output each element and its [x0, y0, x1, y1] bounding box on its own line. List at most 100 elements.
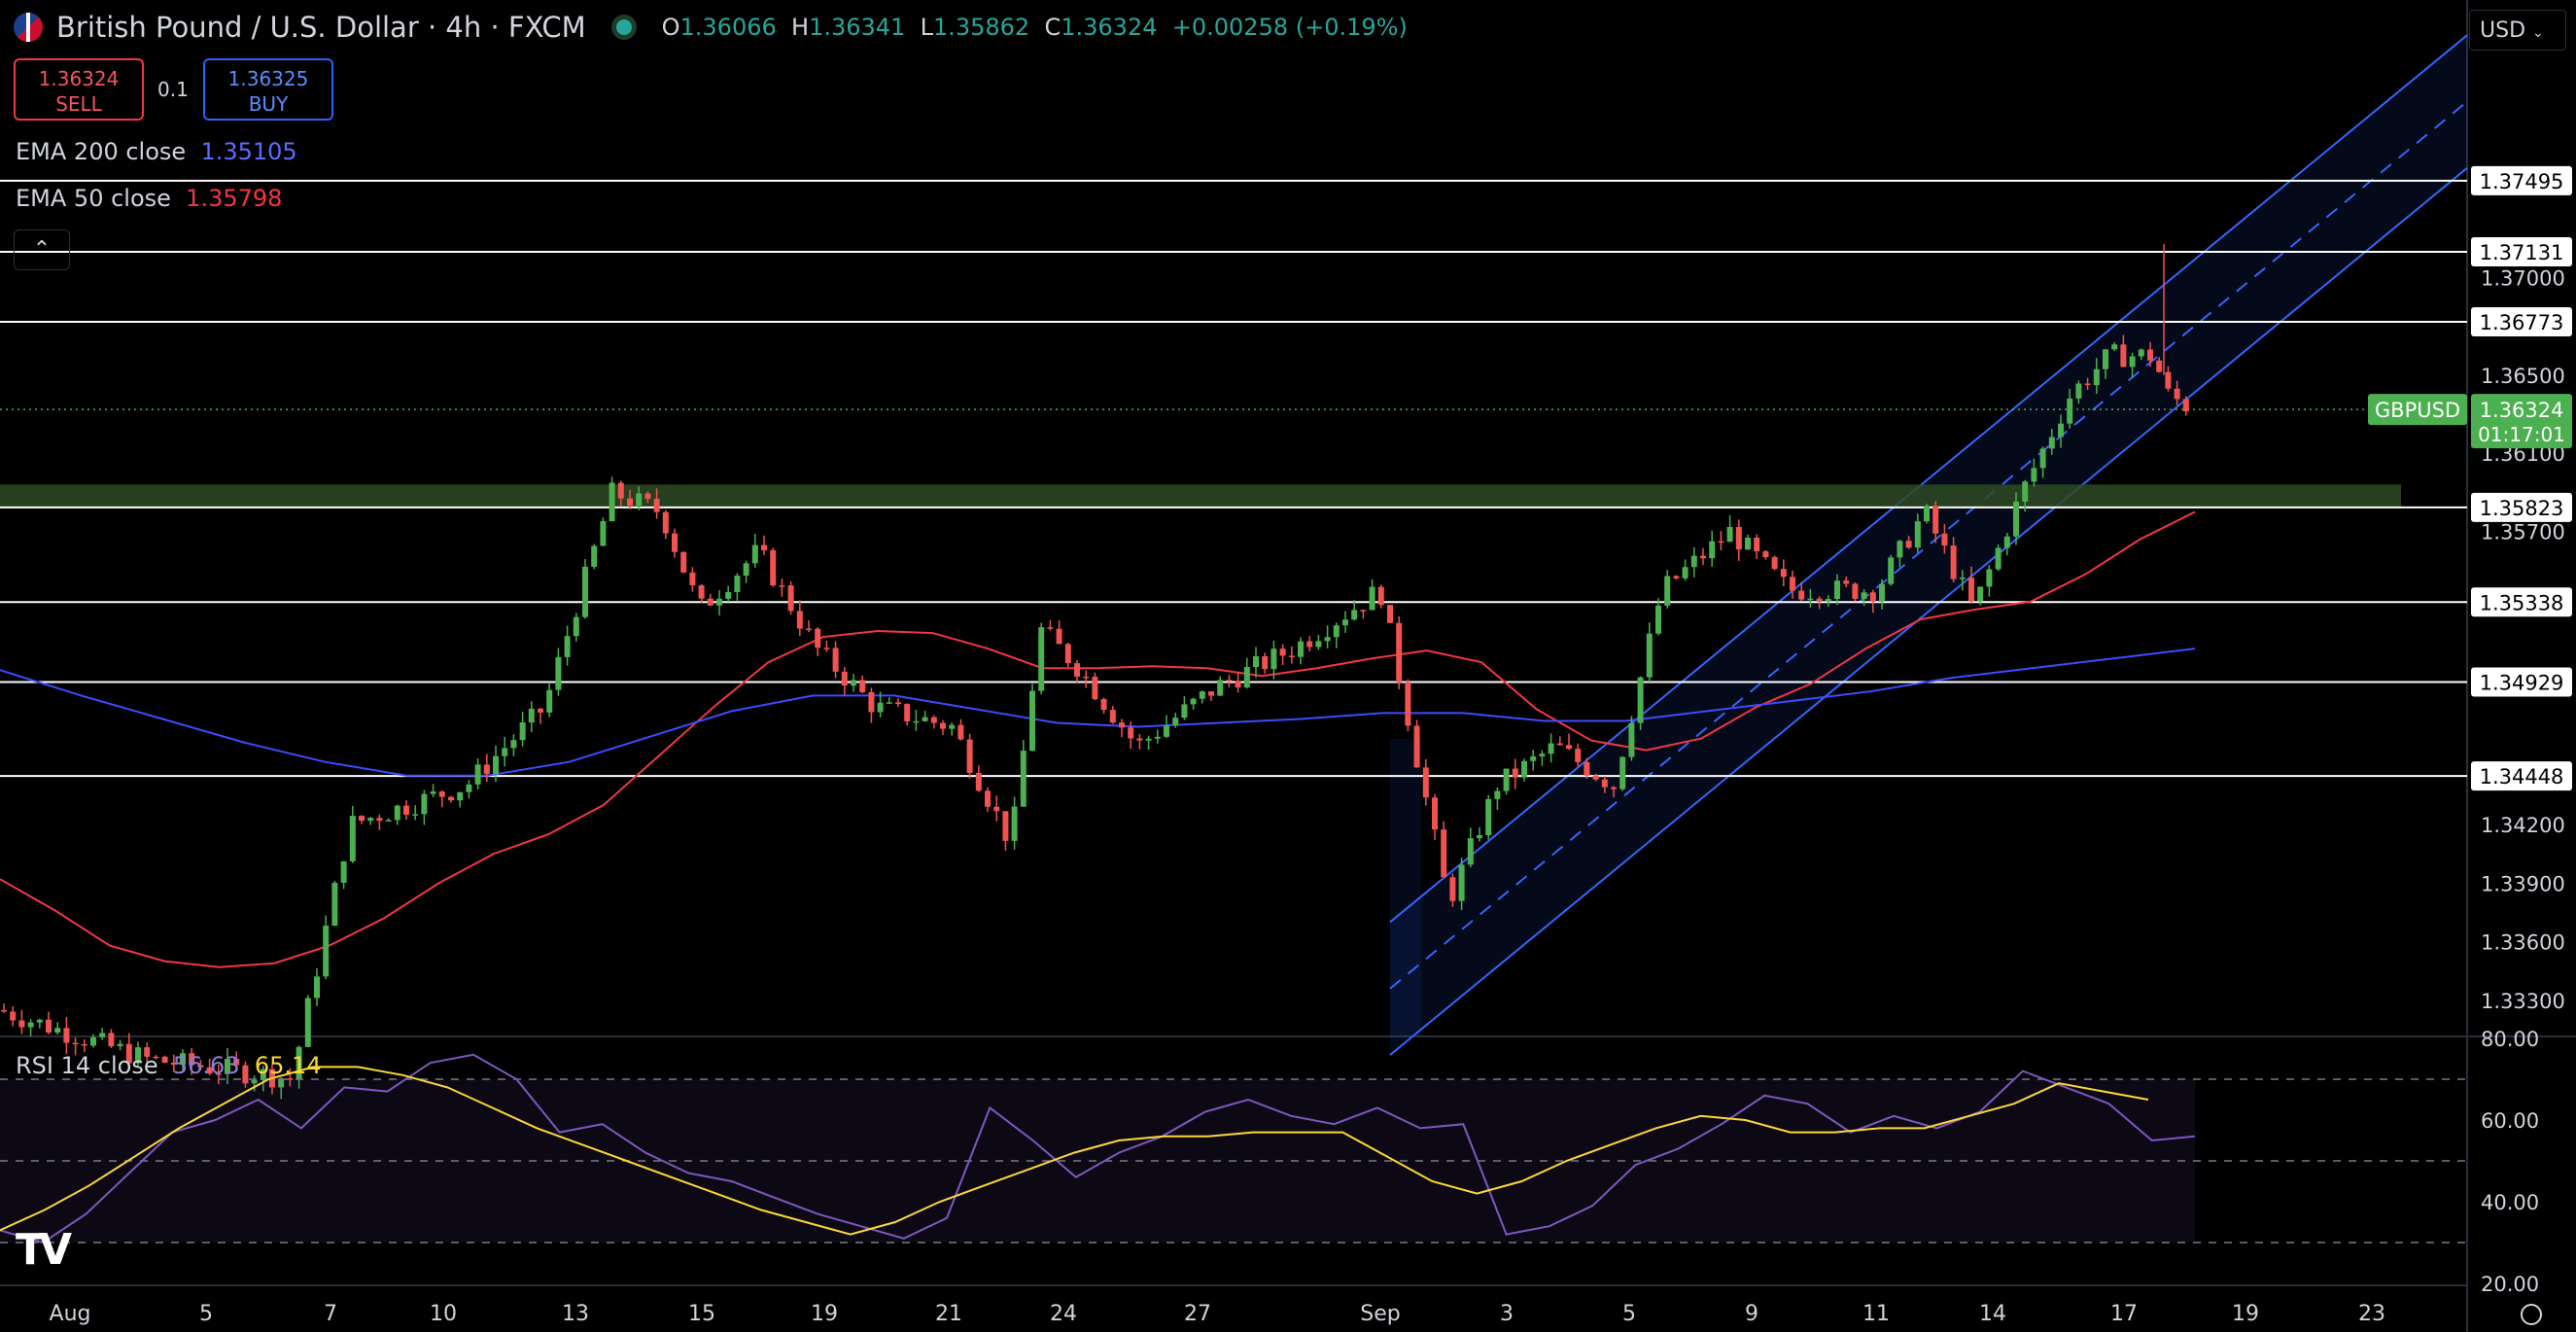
candle-body	[1190, 698, 1197, 705]
candle-body	[1619, 756, 1626, 789]
candle-body	[2174, 388, 2180, 400]
candle-body	[617, 482, 624, 499]
candle-body	[359, 816, 365, 822]
price-chart[interactable]: 1.37495 1.37131 1.36773 1.35823 1.35338 1.349…	[0, 0, 2576, 1332]
candle-body	[1539, 754, 1546, 756]
candle-body	[1217, 680, 1224, 696]
candle-body	[519, 721, 526, 741]
candle-body	[779, 585, 785, 587]
candle-body	[546, 689, 553, 713]
candle-body	[564, 636, 571, 657]
candle-body	[851, 680, 856, 686]
candle-body	[430, 791, 436, 794]
candle-body	[1092, 677, 1098, 700]
candle-body	[672, 533, 678, 552]
candle-body	[1592, 775, 1599, 780]
sell-price: 1.36324	[38, 67, 120, 90]
candle-body	[2048, 437, 2055, 449]
candle-body	[2067, 398, 2073, 424]
candle-body	[1333, 625, 1340, 638]
candle-body	[1128, 727, 1134, 739]
rsi-tick-label: 40.00	[2481, 1191, 2539, 1214]
candle-body	[600, 521, 607, 546]
currency-selector[interactable]: USD ⌄	[2469, 10, 2566, 51]
candle-body	[1512, 768, 1518, 778]
candle-body	[46, 1019, 52, 1034]
candle-body	[117, 1043, 123, 1047]
candle-body	[2031, 468, 2037, 482]
time-tick-label: 23	[2358, 1302, 2385, 1326]
candle-body	[1503, 768, 1510, 791]
candle-body	[385, 820, 392, 822]
candle-body	[108, 1033, 115, 1047]
time-tick-label: Aug	[50, 1302, 91, 1326]
candle-body	[698, 585, 705, 599]
price-tick-label: 1.33600	[2481, 931, 2565, 955]
candle-body	[2058, 423, 2064, 438]
candle-body	[689, 572, 696, 586]
candle-body	[2120, 344, 2127, 368]
candle-body	[796, 611, 803, 629]
candle-body	[653, 499, 660, 512]
candle-body	[1655, 605, 1661, 634]
candle-body	[1396, 622, 1403, 683]
candle-body	[2013, 501, 2019, 537]
candle-body	[1315, 641, 1322, 648]
candle-body	[832, 648, 839, 672]
rsi-tick-label: 60.00	[2481, 1109, 2539, 1133]
level-label: 1.37495	[2480, 170, 2564, 193]
candle-body	[1083, 676, 1090, 679]
ema200-legend[interactable]: EMA 200 close 1.35105	[16, 138, 297, 165]
candle-body	[1011, 806, 1018, 841]
candle-body	[1136, 738, 1143, 741]
candle-body	[1843, 580, 1850, 584]
candle-body	[1288, 655, 1295, 657]
candle-body	[1172, 718, 1179, 725]
candle-body	[1897, 541, 1903, 558]
time-tick-label: 11	[1862, 1302, 1890, 1326]
candle-body	[1342, 619, 1348, 626]
candle-body	[1888, 557, 1895, 584]
candle-body	[886, 702, 892, 704]
candle-body	[1243, 667, 1250, 688]
candle-body	[1869, 592, 1876, 602]
candle-body	[1816, 598, 1823, 602]
candle-body	[1020, 751, 1027, 807]
time-tick-label: 5	[1622, 1302, 1636, 1326]
candle-body	[304, 998, 311, 1047]
candle-body	[2003, 536, 2010, 548]
candle-body	[1905, 541, 1912, 548]
candle-body	[1279, 648, 1286, 656]
candle-body	[895, 702, 901, 705]
sell-button[interactable]: 1.36324 SELL	[14, 58, 144, 121]
level-label: 1.36773	[2480, 311, 2564, 334]
candle-body	[985, 790, 991, 807]
candle-body	[1262, 655, 1269, 670]
ema50-legend[interactable]: EMA 50 close 1.35798	[16, 185, 282, 212]
collapse-legend-button[interactable]: ⌃	[14, 229, 70, 270]
time-tick-label: Sep	[1360, 1302, 1400, 1326]
candle-body	[751, 544, 758, 564]
candle-body	[1074, 663, 1080, 677]
candle-body	[367, 818, 374, 822]
candle-body	[1673, 576, 1680, 578]
candle-body	[627, 498, 633, 507]
candle-body	[1611, 787, 1617, 789]
candle-body	[1253, 655, 1259, 668]
candle-body	[913, 720, 920, 723]
candle-body	[90, 1036, 96, 1046]
candle-body	[1521, 760, 1527, 778]
candle-body	[457, 791, 464, 801]
candle-body	[904, 704, 911, 721]
symbol-title[interactable]: British Pound / U.S. Dollar · 4h · FXCM	[56, 11, 586, 44]
candle-body	[1154, 736, 1161, 739]
market-status-icon[interactable]	[610, 15, 637, 40]
rsi-legend[interactable]: RSI 14 close 56.63 65.14	[16, 1052, 322, 1079]
candle-body	[18, 1020, 25, 1028]
candle-body	[1494, 790, 1501, 799]
candle-body	[2138, 349, 2144, 357]
candle-body	[2182, 399, 2189, 412]
candle-body	[859, 680, 866, 692]
buy-button[interactable]: 1.36325 BUY	[203, 58, 333, 121]
bar-countdown-label: 01:17:01	[2478, 423, 2565, 446]
